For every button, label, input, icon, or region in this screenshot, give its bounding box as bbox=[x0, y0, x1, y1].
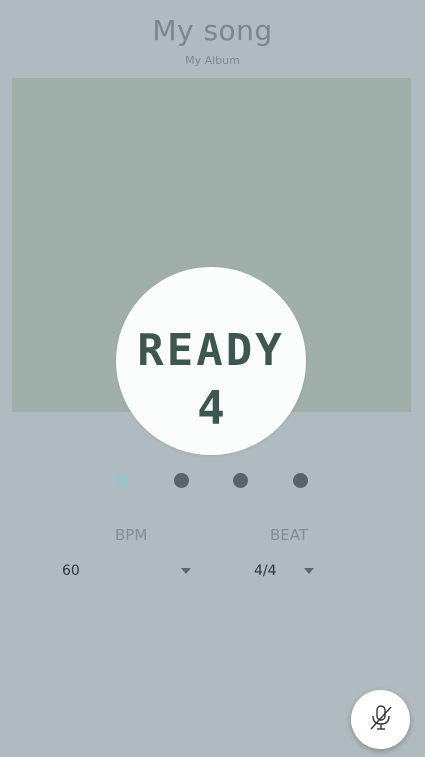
mic-toggle-button[interactable] bbox=[351, 690, 410, 749]
beat-indicator-dot-4 bbox=[293, 473, 308, 488]
beat-value: 4/4 bbox=[254, 563, 277, 579]
bpm-label: BPM bbox=[115, 526, 148, 544]
beat-indicator-dot-1 bbox=[114, 473, 129, 488]
song-title: My song bbox=[152, 14, 273, 47]
beat-indicator-dot-3 bbox=[233, 473, 248, 488]
countdown-number: 4 bbox=[197, 381, 225, 435]
beat-indicator-dot-2 bbox=[174, 473, 189, 488]
mic-off-icon bbox=[368, 704, 394, 736]
ready-countdown-overlay: READY 4 bbox=[116, 267, 306, 455]
chevron-down-icon bbox=[304, 568, 314, 574]
chevron-down-icon bbox=[181, 568, 191, 574]
beat-label: BEAT bbox=[270, 526, 309, 544]
ready-label: READY bbox=[137, 325, 285, 376]
bpm-value: 60 bbox=[62, 563, 80, 579]
album-name: My Album bbox=[185, 54, 240, 67]
